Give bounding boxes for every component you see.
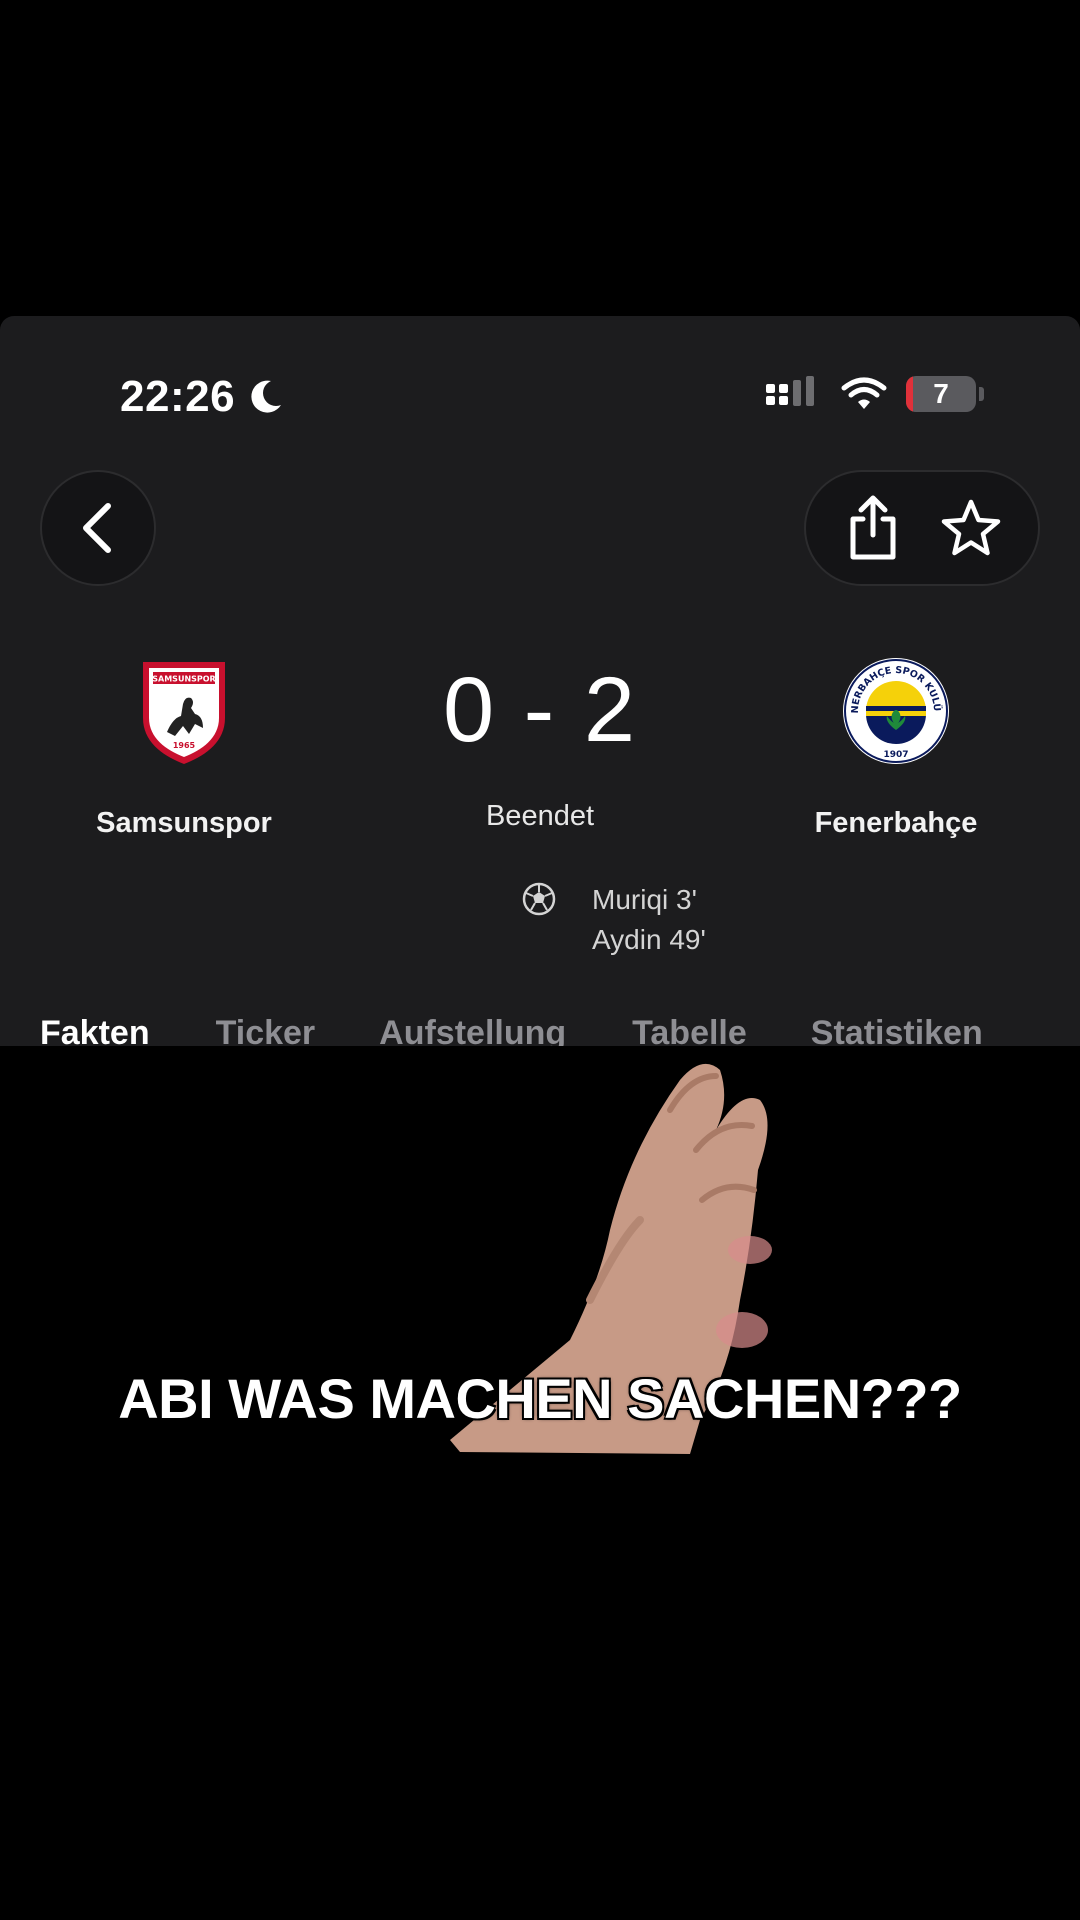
tab-fakten[interactable]: Fakten bbox=[40, 1014, 150, 1046]
goal-entry: Muriqi 3' bbox=[592, 884, 697, 915]
battery-indicator: 7 bbox=[906, 376, 976, 412]
status-bar-time: 22:26 bbox=[120, 372, 285, 422]
goal-entry: Aydin 49' bbox=[592, 924, 706, 955]
home-team-name: Samsunspor bbox=[96, 807, 272, 839]
video-caption: ABI WAS MACHEN SACHEN??? bbox=[118, 1367, 962, 1430]
samsunspor-crest: SAMSUNSPOR 1965 bbox=[143, 662, 225, 764]
goal-scorers: Muriqi 3' Aydin 49' bbox=[522, 880, 706, 960]
match-score: 0 - 2 bbox=[442, 659, 638, 761]
away-team[interactable]: FENERBAHÇE SPOR KULÜBÜ 1907 Fenerbahçe bbox=[766, 648, 1026, 840]
samsunspor-crest-text: SAMSUNSPOR bbox=[152, 675, 215, 684]
wifi-icon bbox=[841, 377, 887, 409]
goal-list: Muriqi 3' Aydin 49' bbox=[592, 880, 706, 960]
match-status: Beendet bbox=[485, 800, 595, 832]
action-buttons bbox=[804, 470, 1040, 586]
fenerbahce-crest: FENERBAHÇE SPOR KULÜBÜ 1907 bbox=[837, 648, 949, 764]
back-button[interactable] bbox=[40, 470, 156, 586]
soccer-ball-icon bbox=[522, 882, 556, 916]
chevron-left-icon bbox=[83, 503, 111, 553]
home-team[interactable]: SAMSUNSPOR 1965 Samsunspor bbox=[54, 656, 314, 840]
share-icon bbox=[850, 495, 896, 560]
video-frame: 22:26 7 SAMSUNSPOR 1965 Samsunspor 0 - 2… bbox=[0, 0, 1080, 1920]
battery-cap bbox=[979, 387, 984, 401]
tab-ticker[interactable]: Ticker bbox=[216, 1014, 316, 1046]
away-team-name: Fenerbahçe bbox=[814, 807, 978, 839]
battery-level: 7 bbox=[933, 378, 949, 409]
cellular-signal-icon bbox=[766, 376, 814, 406]
favorite-button[interactable] bbox=[936, 493, 1006, 563]
moon-icon bbox=[251, 380, 282, 413]
status-bar-indicators: 7 bbox=[766, 376, 984, 412]
samsunspor-crest-year: 1965 bbox=[173, 741, 196, 750]
clock: 22:26 bbox=[120, 372, 236, 421]
star-icon bbox=[941, 499, 1001, 556]
share-button[interactable] bbox=[838, 493, 908, 563]
fenerbahce-crest-year: 1907 bbox=[883, 750, 908, 760]
app-screenshot: 22:26 7 SAMSUNSPOR 1965 Samsunspor 0 - 2… bbox=[0, 316, 1080, 1046]
tab-statistiken[interactable]: Statistiken bbox=[811, 1014, 983, 1046]
